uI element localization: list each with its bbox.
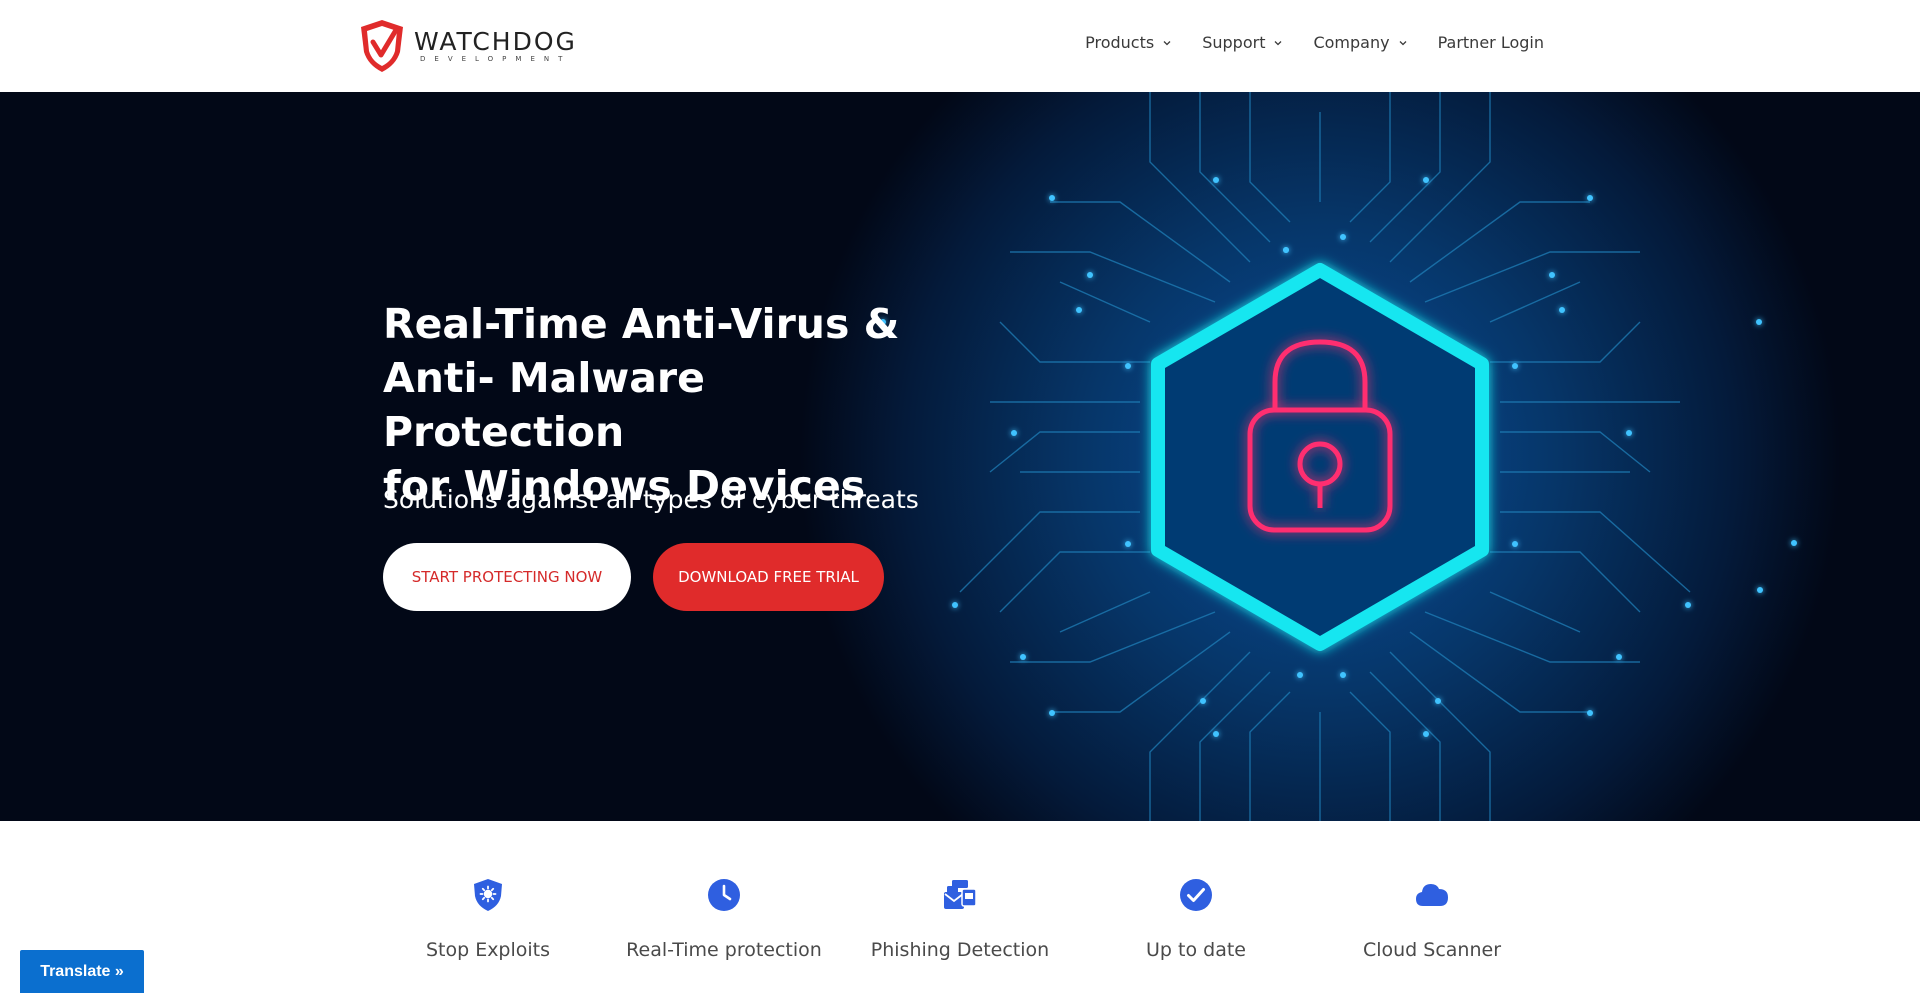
nav-products-label: Products — [1085, 33, 1155, 52]
nav-partner-login[interactable]: Partner Login — [1438, 33, 1544, 52]
feature-label: Phishing Detection — [870, 939, 1050, 961]
chevron-down-icon — [1275, 40, 1282, 45]
feature-real-time-protection: Real-Time protection — [606, 877, 842, 961]
site-header: WATCHDOG DEVELOPMENT Products Support Co… — [0, 0, 1920, 92]
feature-label: Real-Time protection — [626, 939, 822, 961]
chevron-down-icon — [1399, 40, 1407, 45]
nav-support-label: Support — [1202, 33, 1266, 52]
hero-title: Real-Time Anti-Virus & Anti- Malware Pro… — [383, 297, 943, 513]
features-section: Stop Exploits Real-Time protection Phish… — [0, 821, 1920, 993]
feature-cloud-scanner: Cloud Scanner — [1314, 877, 1550, 961]
nav-company[interactable]: Company — [1313, 33, 1407, 52]
check-circle-icon — [1180, 879, 1212, 911]
nav-products[interactable]: Products — [1085, 33, 1171, 52]
nav-partner-login-label: Partner Login — [1437, 33, 1544, 52]
translate-button[interactable]: Translate » — [20, 950, 144, 993]
hero-section: Real-Time Anti-Virus & Anti- Malware Pro… — [0, 92, 1920, 821]
cloud-icon — [1416, 884, 1448, 906]
nav-support[interactable]: Support — [1202, 33, 1282, 52]
logo-wordmark: WATCHDOG — [414, 26, 577, 56]
hero-title-line: Anti- Malware Protection — [383, 354, 705, 456]
hero-title-line: Real-Time Anti-Virus & — [383, 300, 900, 348]
circuit-padlock-illustration — [0, 92, 1920, 821]
feature-label: Cloud Scanner — [1362, 939, 1502, 961]
start-protecting-button[interactable]: START PROTECTING NOW — [383, 543, 631, 611]
feature-stop-exploits: Stop Exploits — [370, 877, 606, 961]
chevron-down-icon — [1163, 40, 1171, 45]
feature-phishing-detection: Phishing Detection — [842, 877, 1078, 961]
nav-company-label: Company — [1313, 33, 1390, 52]
main-nav: Products Support Company Partner Login — [1054, 33, 1544, 52]
download-free-trial-button[interactable]: DOWNLOAD FREE TRIAL — [653, 543, 884, 611]
clock-icon — [708, 879, 740, 911]
feature-label: Stop Exploits — [425, 939, 551, 961]
watchdog-logo[interactable]: WATCHDOG DEVELOPMENT — [358, 16, 577, 76]
feature-label: Up to date — [1146, 939, 1246, 961]
hero-subtitle: Solutions against all types of cyber thr… — [383, 485, 919, 514]
shield-virus-icon — [474, 879, 502, 911]
shield-logo-icon — [361, 20, 403, 72]
mail-bulk-icon — [944, 880, 977, 909]
feature-up-to-date: Up to date — [1078, 877, 1314, 961]
logo-tagline: DEVELOPMENT — [420, 54, 572, 63]
